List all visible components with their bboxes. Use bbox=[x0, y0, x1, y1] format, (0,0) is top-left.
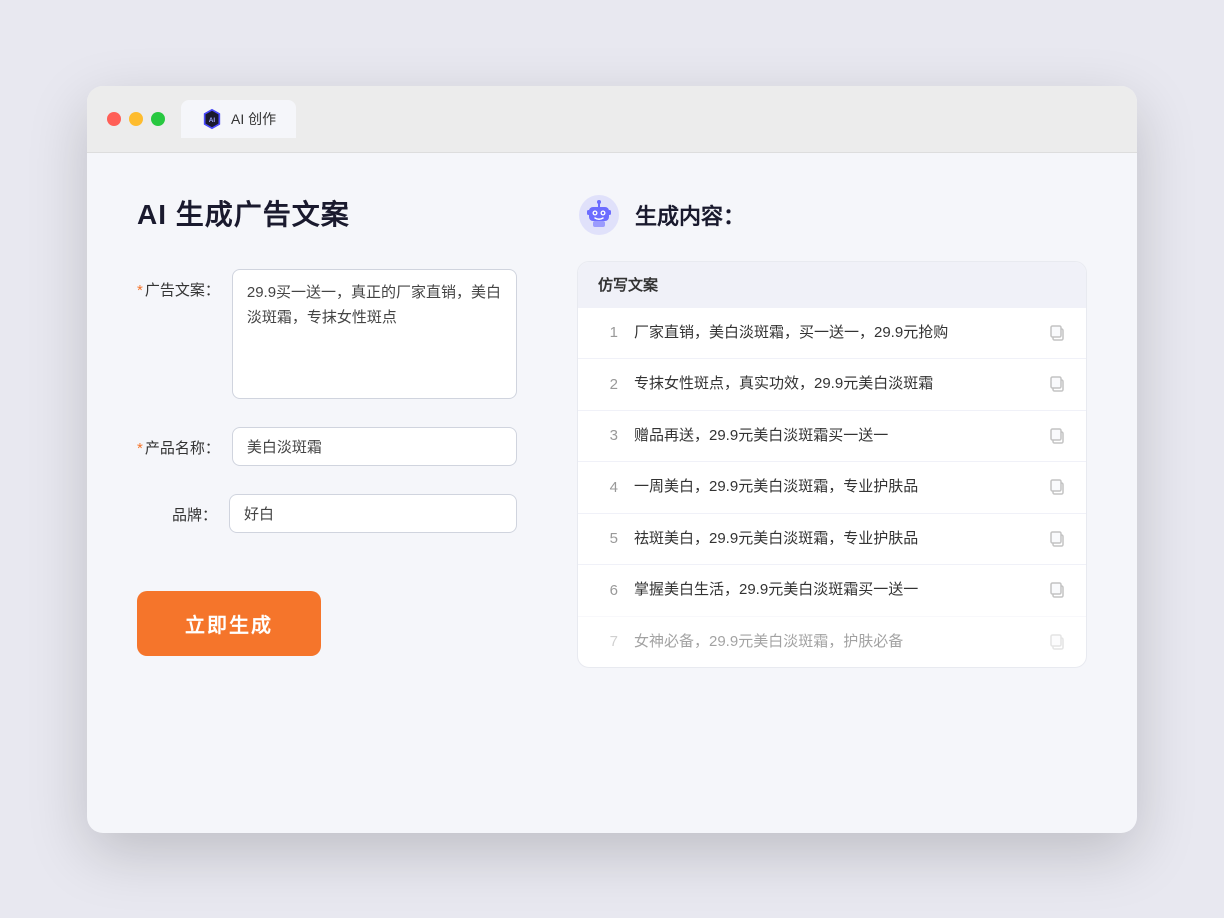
result-num-6: 6 bbox=[598, 582, 618, 599]
ai-tab-icon: AI AI bbox=[201, 108, 223, 130]
ai-tab[interactable]: AI AI AI 创作 bbox=[181, 100, 296, 138]
copy-icon-2[interactable] bbox=[1048, 375, 1066, 393]
product-name-input[interactable] bbox=[232, 427, 517, 466]
result-text-1: 厂家直销，美白淡斑霜，买一送一，29.9元抢购 bbox=[634, 322, 1032, 345]
brand-label: 品牌： bbox=[137, 494, 217, 525]
browser-window: AI AI AI 创作 AI 生成广告文案 *广告文案： 29.9买一送一，真正… bbox=[87, 86, 1137, 833]
result-num-1: 1 bbox=[598, 324, 618, 341]
page-title: AI 生成广告文案 bbox=[137, 193, 517, 233]
result-row-6: 6 掌握美白生活，29.9元美白淡斑霜买一送一 bbox=[578, 564, 1086, 616]
result-row-5: 5 祛斑美白，29.9元美白淡斑霜，专业护肤品 bbox=[578, 513, 1086, 565]
copy-icon-6[interactable] bbox=[1048, 581, 1066, 599]
result-text-2: 专抹女性斑点，真实功效，29.9元美白淡斑霜 bbox=[634, 373, 1032, 396]
result-row-2: 2 专抹女性斑点，真实功效，29.9元美白淡斑霜 bbox=[578, 358, 1086, 410]
main-content: AI 生成广告文案 *广告文案： 29.9买一送一，真正的厂家直销，美白淡斑霜，… bbox=[87, 153, 1137, 833]
result-row-7: 7 女神必备，29.9元美白淡斑霜，护肤必备 bbox=[578, 616, 1086, 668]
ad-copy-required: * bbox=[137, 282, 143, 299]
left-panel: AI 生成广告文案 *广告文案： 29.9买一送一，真正的厂家直销，美白淡斑霜，… bbox=[137, 193, 517, 793]
result-num-4: 4 bbox=[598, 479, 618, 496]
result-header: 生成内容： bbox=[577, 193, 1087, 237]
product-name-row: *产品名称： bbox=[137, 427, 517, 466]
traffic-lights bbox=[107, 112, 165, 126]
generate-button[interactable]: 立即生成 bbox=[137, 591, 321, 656]
result-row-3: 3 赠品再送，29.9元美白淡斑霜买一送一 bbox=[578, 410, 1086, 462]
titlebar: AI AI AI 创作 bbox=[87, 86, 1137, 153]
result-num-5: 5 bbox=[598, 530, 618, 547]
result-text-6: 掌握美白生活，29.9元美白淡斑霜买一送一 bbox=[634, 579, 1032, 602]
result-table: 仿写文案 1 厂家直销，美白淡斑霜，买一送一，29.9元抢购 2 专抹女性斑点，… bbox=[577, 261, 1087, 669]
result-text-7: 女神必备，29.9元美白淡斑霜，护肤必备 bbox=[634, 631, 1032, 654]
maximize-button[interactable] bbox=[151, 112, 165, 126]
result-row-4: 4 一周美白，29.9元美白淡斑霜，专业护肤品 bbox=[578, 461, 1086, 513]
right-panel: 生成内容： 仿写文案 1 厂家直销，美白淡斑霜，买一送一，29.9元抢购 2 专… bbox=[577, 193, 1087, 793]
copy-icon-7[interactable] bbox=[1048, 633, 1066, 651]
copy-icon-3[interactable] bbox=[1048, 427, 1066, 445]
copy-icon-5[interactable] bbox=[1048, 530, 1066, 548]
result-text-5: 祛斑美白，29.9元美白淡斑霜，专业护肤品 bbox=[634, 528, 1032, 551]
svg-text:AI: AI bbox=[209, 117, 216, 124]
result-text-3: 赠品再送，29.9元美白淡斑霜买一送一 bbox=[634, 425, 1032, 448]
product-name-label: *产品名称： bbox=[137, 427, 220, 458]
minimize-button[interactable] bbox=[129, 112, 143, 126]
result-title: 生成内容： bbox=[635, 199, 745, 231]
brand-row: 品牌： bbox=[137, 494, 517, 533]
result-table-header: 仿写文案 bbox=[578, 262, 1086, 307]
tab-label: AI 创作 bbox=[231, 109, 276, 129]
copy-icon-1[interactable] bbox=[1048, 324, 1066, 342]
product-name-required: * bbox=[137, 440, 143, 457]
ad-copy-input[interactable]: 29.9买一送一，真正的厂家直销，美白淡斑霜，专抹女性斑点 bbox=[232, 269, 517, 399]
ad-copy-label: *广告文案： bbox=[137, 269, 220, 300]
brand-input[interactable] bbox=[229, 494, 517, 533]
result-num-3: 3 bbox=[598, 427, 618, 444]
ad-copy-row: *广告文案： 29.9买一送一，真正的厂家直销，美白淡斑霜，专抹女性斑点 bbox=[137, 269, 517, 399]
result-num-7: 7 bbox=[598, 633, 618, 650]
close-button[interactable] bbox=[107, 112, 121, 126]
robot-icon bbox=[577, 193, 621, 237]
copy-icon-4[interactable] bbox=[1048, 478, 1066, 496]
result-num-2: 2 bbox=[598, 376, 618, 393]
result-text-4: 一周美白，29.9元美白淡斑霜，专业护肤品 bbox=[634, 476, 1032, 499]
result-row-1: 1 厂家直销，美白淡斑霜，买一送一，29.9元抢购 bbox=[578, 307, 1086, 359]
